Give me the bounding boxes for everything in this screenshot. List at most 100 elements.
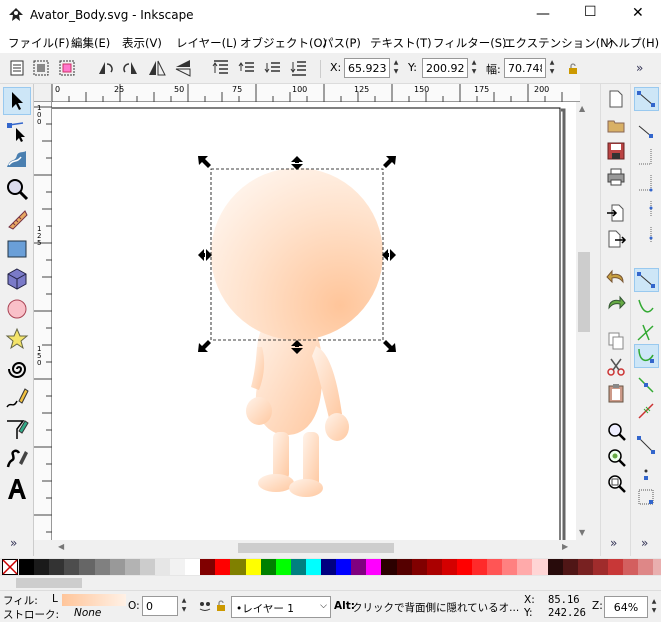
palette-swatch[interactable] <box>608 559 624 575</box>
raise-icon[interactable] <box>236 57 258 79</box>
layer-dropdown[interactable]: •レイヤー 1 ⌵ <box>231 596 331 618</box>
deselect-icon[interactable] <box>56 57 78 79</box>
snap-bbox-corner-icon[interactable] <box>635 172 657 194</box>
print-icon[interactable] <box>605 166 627 188</box>
commands-overflow-button[interactable]: » <box>636 61 643 75</box>
palette-swatch[interactable] <box>412 559 428 575</box>
opacity-spinner[interactable]: ▲ ▼ <box>179 596 189 616</box>
palette-swatch[interactable] <box>321 559 337 575</box>
handle-bottom-left[interactable] <box>198 340 211 352</box>
snap-midpoints-icon[interactable] <box>635 374 657 396</box>
palette-scroll-thumb[interactable] <box>16 578 82 588</box>
palette-scrollbar[interactable] <box>0 576 661 590</box>
maximize-button[interactable]: ☐ <box>584 4 597 20</box>
palette-swatch[interactable] <box>306 559 322 575</box>
snap-panel-overflow-button[interactable]: » <box>641 536 648 550</box>
snap-bbox-edge-icon[interactable] <box>635 146 657 168</box>
close-button[interactable]: ✕ <box>632 5 644 21</box>
x-spinner[interactable]: ▲ ▼ <box>391 58 401 78</box>
snap-bbox-center-icon[interactable] <box>635 224 657 246</box>
avatar-left-hand[interactable] <box>246 397 272 425</box>
menu-filters[interactable]: フィルター(S) <box>433 35 507 51</box>
palette-swatch[interactable] <box>110 559 126 575</box>
3d-box-tool-icon[interactable] <box>5 267 29 291</box>
palette-swatch[interactable] <box>246 559 262 575</box>
menu-object[interactable]: オブジェクト(O) <box>240 35 327 51</box>
palette-swatch[interactable] <box>19 559 35 575</box>
menu-edit[interactable]: 編集(E) <box>71 35 110 51</box>
palette-swatch[interactable] <box>79 559 95 575</box>
zoom-selection-icon[interactable] <box>605 420 627 442</box>
tweak-tool-icon[interactable] <box>5 147 29 171</box>
width-field[interactable] <box>504 58 546 78</box>
fill-swatch[interactable] <box>62 594 126 606</box>
width-spinner[interactable]: ▲ ▼ <box>547 58 557 78</box>
palette-swatch[interactable] <box>472 559 488 575</box>
palette-swatch[interactable] <box>502 559 518 575</box>
palette-swatch[interactable] <box>34 559 50 575</box>
palette-swatch[interactable] <box>578 559 594 575</box>
snap-enable-icon[interactable] <box>635 88 657 110</box>
ellipse-tool-icon[interactable] <box>5 297 29 321</box>
select-all-icon[interactable] <box>6 57 28 79</box>
palette-swatch[interactable] <box>457 559 473 575</box>
handle-top-right[interactable] <box>383 156 396 168</box>
lock-icon[interactable] <box>568 63 578 75</box>
menu-view[interactable]: 表示(V) <box>122 35 162 51</box>
snap-nodes-icon[interactable] <box>635 269 657 291</box>
zoom-drawing-icon[interactable] <box>605 446 627 468</box>
avatar-right-hand[interactable] <box>325 413 349 441</box>
toolbox-overflow-button[interactable]: » <box>10 536 17 550</box>
palette-swatch[interactable] <box>623 559 639 575</box>
palette-swatch[interactable] <box>215 559 231 575</box>
avatar-left-foot[interactable] <box>258 474 294 492</box>
palette-swatch[interactable] <box>170 559 186 575</box>
palette-swatch[interactable] <box>200 559 216 575</box>
avatar-left-leg[interactable] <box>273 432 289 480</box>
handle-left[interactable] <box>198 249 212 261</box>
spiral-tool-icon[interactable] <box>5 357 29 381</box>
y-spinner[interactable]: ▲ ▼ <box>469 58 479 78</box>
x-field[interactable] <box>344 58 390 78</box>
opacity-field[interactable] <box>142 596 178 616</box>
palette-swatch[interactable] <box>261 559 277 575</box>
palette-swatch[interactable] <box>381 559 397 575</box>
drawing-canvas[interactable] <box>52 102 576 540</box>
palette-swatch[interactable] <box>276 559 292 575</box>
y-field[interactable] <box>422 58 468 78</box>
palette-swatch[interactable] <box>593 559 609 575</box>
handle-bottom-right[interactable] <box>383 340 396 352</box>
snap-intersection-icon[interactable] <box>635 322 657 344</box>
avatar-head[interactable] <box>211 168 383 340</box>
menu-help[interactable]: ヘルプ(H) <box>607 35 659 51</box>
layer-visibility-icon[interactable] <box>198 600 212 612</box>
palette-swatch[interactable] <box>517 559 533 575</box>
commands-panel-overflow-button[interactable]: » <box>610 536 617 550</box>
palette-swatch[interactable] <box>140 559 156 575</box>
snap-bbox-midpoint-icon[interactable] <box>635 198 657 220</box>
horizontal-scroll-thumb[interactable] <box>238 543 394 553</box>
minimize-button[interactable]: — <box>536 6 550 22</box>
vertical-scrollbar[interactable]: ▲ ▼ <box>576 102 592 540</box>
save-icon[interactable] <box>605 140 627 162</box>
node-tool-icon[interactable] <box>5 119 29 143</box>
palette-swatch[interactable] <box>532 559 548 575</box>
horizontal-scrollbar[interactable]: ◀ ▶ <box>52 540 576 556</box>
menu-text[interactable]: テキスト(T) <box>370 35 432 51</box>
rotate-ccw-icon[interactable] <box>94 57 116 79</box>
palette-swatch[interactable] <box>397 559 413 575</box>
lower-to-bottom-icon[interactable] <box>288 57 310 79</box>
menu-layer[interactable]: レイヤー(L) <box>176 35 237 51</box>
palette-swatch[interactable] <box>442 559 458 575</box>
flip-horizontal-icon[interactable] <box>146 57 168 79</box>
menu-path[interactable]: パス(P) <box>322 35 361 51</box>
palette-swatch[interactable] <box>653 559 661 575</box>
export-icon[interactable] <box>605 228 627 250</box>
palette-swatch[interactable] <box>351 559 367 575</box>
palette-swatch[interactable] <box>49 559 65 575</box>
open-icon[interactable] <box>605 114 627 136</box>
palette-swatch[interactable] <box>185 559 201 575</box>
no-paint-swatch[interactable] <box>2 559 18 575</box>
snap-smooth-nodes-icon[interactable] <box>635 345 657 367</box>
palette-swatch[interactable] <box>291 559 307 575</box>
